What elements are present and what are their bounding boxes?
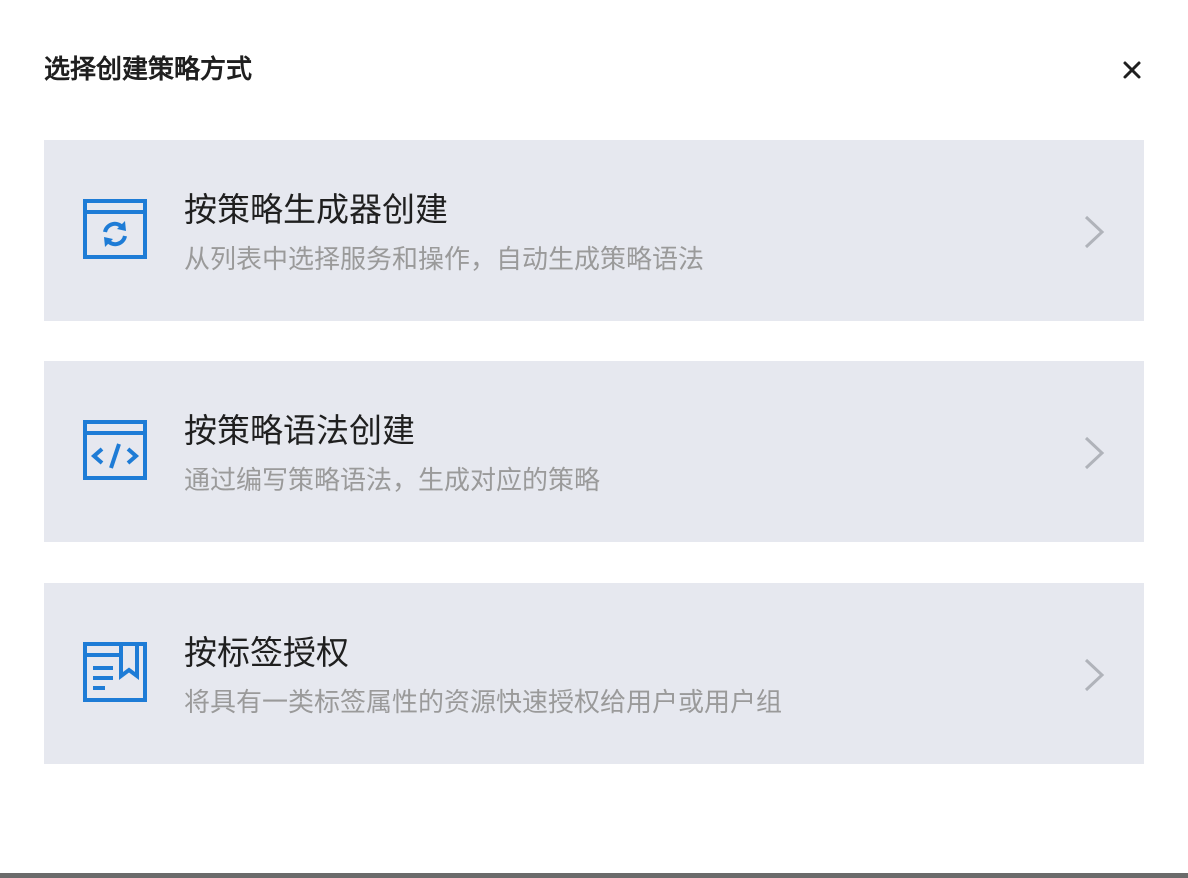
close-icon [1123,61,1141,79]
option-description: 从列表中选择服务和操作，自动生成策略语法 [184,245,705,275]
option-description: 通过编写策略语法，生成对应的策略 [184,466,601,496]
dialog-title: 选择创建策略方式 [44,55,253,85]
option-policy-generator[interactable]: 按策略生成器创建 从列表中选择服务和操作，自动生成策略语法 [44,140,1144,321]
option-description: 将具有一类标签属性的资源快速授权给用户或用户组 [184,688,783,718]
close-button[interactable] [1116,54,1148,86]
policy-generator-icon [83,199,149,261]
chevron-right-icon [1082,214,1106,250]
option-title: 按标签授权 [184,633,349,672]
tag-authorization-icon [83,642,149,704]
chevron-right-icon [1082,435,1106,471]
option-tag-authorization[interactable]: 按标签授权 将具有一类标签属性的资源快速授权给用户或用户组 [44,583,1144,764]
chevron-right-icon [1082,657,1106,693]
bottom-divider [0,873,1188,878]
option-title: 按策略语法创建 [184,411,415,450]
option-title: 按策略生成器创建 [184,190,448,229]
create-policy-dialog: 选择创建策略方式 按策略生成器创建 从列表中选择服务和操作，自动生成策略语法 按… [0,0,1188,878]
option-policy-syntax[interactable]: 按策略语法创建 通过编写策略语法，生成对应的策略 [44,361,1144,542]
policy-syntax-code-icon [83,420,149,482]
